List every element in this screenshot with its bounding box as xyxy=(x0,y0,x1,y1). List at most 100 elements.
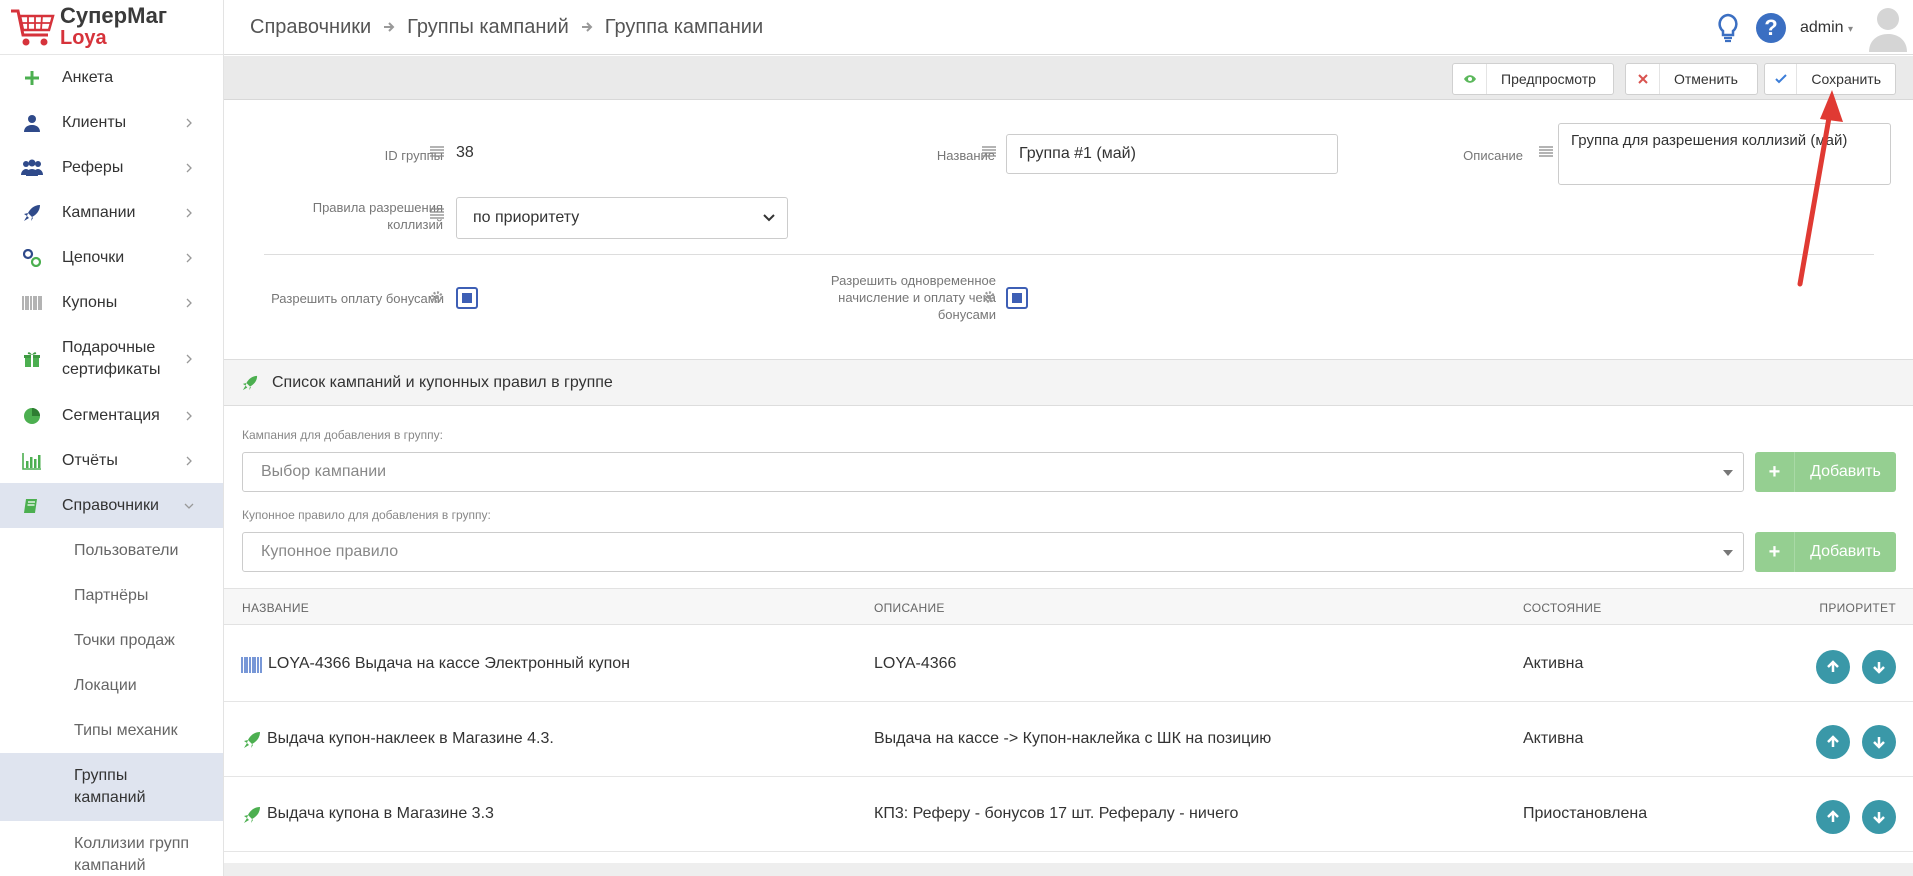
table-row: Выдача купона в Магазине 3.3 КП3: Реферу… xyxy=(224,777,1913,852)
column-state: Состояние xyxy=(1523,601,1602,615)
collision-rules-value: по приоритету xyxy=(473,209,580,226)
add-campaign-button[interactable]: + Добавить xyxy=(1755,452,1896,492)
priority-down-button[interactable] xyxy=(1862,725,1896,759)
row-name[interactable]: LOYA-4366 Выдача на кассе Электронный ку… xyxy=(268,655,630,673)
arrow-down-icon xyxy=(1873,812,1885,824)
sidebar-subitem-locations[interactable]: Локации xyxy=(0,663,223,708)
campaign-select-placeholder: Выбор кампании xyxy=(261,463,387,480)
description-label: Описание xyxy=(1463,148,1523,163)
sidebar-subitem-group-collisions[interactable]: Коллизии групп кампаний xyxy=(0,821,223,876)
preview-button[interactable]: Предпросмотр xyxy=(1452,63,1614,95)
add-coupon-rule-button[interactable]: + Добавить xyxy=(1755,532,1896,572)
sidebar-subitem-partners[interactable]: Партнёры xyxy=(0,573,223,618)
sidebar-item-label: Подарочные сертификаты xyxy=(62,339,161,378)
bar-chart-icon xyxy=(21,450,43,472)
user-icon xyxy=(21,112,43,134)
arrow-up-icon xyxy=(1827,660,1839,672)
action-bar: Предпросмотр Отменить Сохранить xyxy=(224,56,1913,100)
app-logo[interactable]: СуперМаг Loya xyxy=(0,0,223,55)
row-description: КП3: Реферу - бонусов 17 шт. Рефералу - … xyxy=(874,805,1239,822)
priority-down-button[interactable] xyxy=(1862,650,1896,684)
arrow-up-icon xyxy=(1827,735,1839,747)
row-state: Приостановлена xyxy=(1523,805,1648,822)
chevron-right-icon xyxy=(186,253,192,262)
sidebar-item-coupons[interactable]: Купоны xyxy=(0,280,223,325)
allow-simultaneous-label: Разрешить одновременное начисление и опл… xyxy=(784,272,996,323)
chevron-right-icon xyxy=(186,118,192,127)
sidebar-subitem-label: Коллизии групп кампаний xyxy=(74,835,190,874)
breadcrumb-current: Группа кампании xyxy=(604,15,764,38)
chevron-right-icon xyxy=(186,163,192,172)
sidebar-subitem-points-of-sale[interactable]: Точки продаж xyxy=(0,618,223,663)
book-icon xyxy=(21,495,43,517)
link-icon xyxy=(21,247,43,269)
bottom-strip xyxy=(224,863,1913,876)
collision-rules-select[interactable]: по приоритету xyxy=(456,197,788,239)
row-name[interactable]: Выдача купон-наклеек в Магазине 4.3. xyxy=(267,730,554,748)
column-name: Название xyxy=(242,601,310,615)
sidebar-item-label: Кампании xyxy=(62,203,136,221)
user-menu[interactable]: admin ▾ xyxy=(1800,19,1853,37)
priority-down-button[interactable] xyxy=(1862,800,1896,834)
arrow-down-icon xyxy=(1873,662,1885,674)
row-name[interactable]: Выдача купона в Магазине 3.3 xyxy=(267,805,494,823)
brand-sub: Loya xyxy=(60,27,107,49)
plus-icon xyxy=(21,67,43,89)
table-header: Название Описание Состояние Приоритет xyxy=(224,588,1913,625)
lines-icon xyxy=(430,208,444,219)
save-button[interactable]: Сохранить xyxy=(1764,63,1896,95)
coupon-add-label: Купонное правило для добавления в группу… xyxy=(242,508,491,522)
sidebar-item-referers[interactable]: Реферы xyxy=(0,145,223,190)
check-icon xyxy=(1765,64,1798,94)
sidebar-item-label: Реферы xyxy=(62,158,124,176)
name-label: Название xyxy=(936,148,995,163)
cancel-button[interactable]: Отменить xyxy=(1625,63,1758,95)
chevron-right-icon xyxy=(186,456,192,465)
allow-simultaneous-label-line: бонусами xyxy=(937,307,996,322)
coupon-rule-select[interactable]: Купонное правило xyxy=(242,532,1744,572)
arrow-right-icon xyxy=(384,22,395,32)
campaign-select[interactable]: Выбор кампании xyxy=(242,452,1744,492)
sidebar-item-reports[interactable]: Отчёты xyxy=(0,438,223,483)
rocket-icon xyxy=(21,202,43,224)
sidebar-subitem-users[interactable]: Пользователи xyxy=(0,528,223,573)
row-state: Активна xyxy=(1523,655,1584,672)
chevron-down-icon xyxy=(184,503,194,509)
caret-down-icon xyxy=(1723,470,1733,476)
description-textarea[interactable]: Группа для разрешения коллизий (май) xyxy=(1558,123,1891,185)
sidebar-subitem-mechanic-types[interactable]: Типы механик xyxy=(0,708,223,753)
sidebar-item-directories[interactable]: Справочники xyxy=(0,483,223,528)
sidebar-item-chains[interactable]: Цепочки xyxy=(0,235,223,280)
priority-up-button[interactable] xyxy=(1816,650,1850,684)
allow-simultaneous-checkbox[interactable] xyxy=(1006,287,1028,309)
priority-up-button[interactable] xyxy=(1816,800,1850,834)
arrow-down-icon xyxy=(1873,737,1885,749)
users-icon xyxy=(21,157,43,179)
lines-icon xyxy=(1539,146,1553,157)
row-description: LOYA-4366 xyxy=(874,655,957,672)
priority-up-button[interactable] xyxy=(1816,725,1850,759)
sidebar-item-clients[interactable]: Клиенты xyxy=(0,100,223,145)
sidebar-item-campaigns[interactable]: Кампании xyxy=(0,190,223,235)
campaign-add-label: Кампания для добавления в группу: xyxy=(242,428,443,442)
breadcrumb-campaign-groups[interactable]: Группы кампаний xyxy=(407,16,569,39)
barcode-icon xyxy=(21,292,43,314)
gear-icon xyxy=(983,291,995,303)
sidebar-subitem-campaign-groups[interactable]: Группы кампаний xyxy=(0,753,223,821)
sidebar-item-segmentation[interactable]: Сегментация xyxy=(0,393,223,438)
breadcrumb-directories[interactable]: Справочники xyxy=(250,16,371,39)
help-icon[interactable]: ? xyxy=(1755,12,1786,43)
name-input[interactable]: Группа #1 (май) xyxy=(1006,134,1338,174)
sidebar-item-label: Цепочки xyxy=(62,248,125,266)
lightbulb-icon[interactable] xyxy=(1714,13,1742,43)
sidebar-item-label: Отчёты xyxy=(62,451,118,469)
avatar[interactable] xyxy=(1867,4,1909,52)
sidebar-item-anketa[interactable]: Анкета xyxy=(0,55,223,100)
section-header: Список кампаний и купонных правил в груп… xyxy=(224,359,1913,406)
cart-logo-icon xyxy=(11,9,55,46)
caret-down-icon xyxy=(1723,550,1733,556)
allow-bonus-checkbox[interactable] xyxy=(456,287,478,309)
sidebar-item-gift-certificates[interactable]: Подарочные сертификаты xyxy=(0,325,223,393)
pie-icon xyxy=(21,405,43,427)
top-bar: Справочники Группы кампаний Группа кампа… xyxy=(224,0,1913,55)
